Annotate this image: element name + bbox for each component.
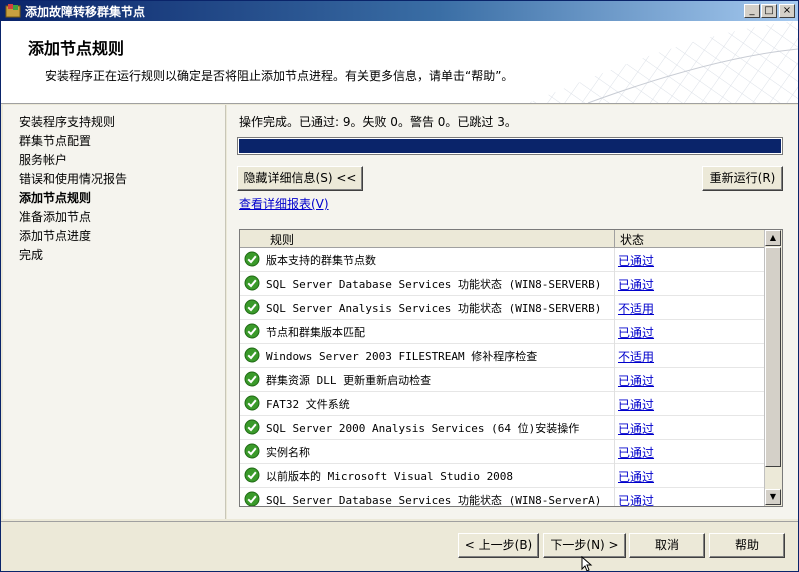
green-check-icon [244,323,260,339]
column-divider [614,248,615,272]
page-description: 安装程序正在运行规则以确定是否将阻止添加节点进程。有关更多信息，请单击“帮助”。 [45,69,514,83]
vertical-scrollbar[interactable]: ▲ ▼ [764,230,782,506]
column-divider [614,440,615,464]
scroll-down-arrow-icon[interactable]: ▼ [765,489,781,505]
green-check-icon [244,347,260,363]
progress-bar [237,137,783,155]
rule-status-link[interactable]: 已通过 [618,252,654,269]
green-check-icon [244,467,260,483]
rule-status-link[interactable]: 不适用 [618,300,654,317]
rule-status-link[interactable]: 已通过 [618,276,654,293]
table-row[interactable]: Windows Server 2003 FILESTREAM 修补程序检查 不适用 [240,344,765,368]
column-divider [614,488,615,506]
window-title: 添加故障转移群集节点 [25,5,146,19]
rule-status-link[interactable]: 已通过 [618,468,654,485]
table-row[interactable]: SQL Server 2000 Analysis Services (64 位)… [240,416,765,440]
page-heading: 添加节点规则 [28,39,125,58]
rule-name: SQL Server Database Services 功能状态 (WIN8-… [266,278,602,291]
next-button[interactable]: 下一步(N) > [543,533,626,558]
table-row[interactable]: 以前版本的 Microsoft Visual Studio 2008 已通过 [240,464,765,488]
column-divider [614,464,615,488]
rule-name: SQL Server Database Services 功能状态 (WIN8-… [266,494,602,507]
grid-header: 规则 状态 [240,230,765,248]
rule-status-link[interactable]: 已通过 [618,492,654,506]
dialog-window: 添加故障转移群集节点 _ □ × 添加节点规则 安装程序正在运行规则以确定是否将… [0,0,799,572]
rule-name: 群集资源 DLL 更新重新启动检查 [266,374,432,387]
rule-name: 版本支持的群集节点数 [266,254,376,267]
close-button[interactable]: × [779,4,795,18]
rule-status-link[interactable]: 不适用 [618,348,654,365]
rules-grid: 规则 状态 版本支持的群集节点数 已通过 SQL Server Database S… [239,229,783,507]
rule-name: SQL Server Analysis Services 功能状态 (WIN8-… [266,302,602,315]
nav-step-add-node-rules[interactable]: 添加节点规则 [19,189,91,206]
nav-step-ready-to-add-node[interactable]: 准备添加节点 [19,208,91,225]
header-panel: 添加节点规则 安装程序正在运行规则以确定是否将阻止添加节点进程。有关更多信息，请… [1,21,798,104]
green-check-icon [244,419,260,435]
nav-step-add-node-progress[interactable]: 添加节点进度 [19,227,91,244]
column-header-rule[interactable]: 规则 [270,231,294,248]
rerun-button[interactable]: 重新运行(R) [702,166,783,191]
rule-name: Windows Server 2003 FILESTREAM 修补程序检查 [266,350,538,363]
column-divider [614,272,615,296]
help-button[interactable]: 帮助 [709,533,785,558]
nav-step-error-reporting[interactable]: 错误和使用情况报告 [19,170,127,187]
table-row[interactable]: SQL Server Analysis Services 功能状态 (WIN8-… [240,296,765,320]
decorative-swoosh-graphic [528,21,798,103]
table-row[interactable]: 节点和群集版本匹配 已通过 [240,320,765,344]
table-row[interactable]: FAT32 文件系统 已通过 [240,392,765,416]
minimize-button[interactable]: _ [744,4,760,18]
rule-name: SQL Server 2000 Analysis Services (64 位)… [266,422,580,435]
nav-step-cluster-node-config[interactable]: 群集节点配置 [19,132,91,149]
nav-step-service-accounts[interactable]: 服务帐户 [19,151,67,168]
green-check-icon [244,371,260,387]
column-divider [614,344,615,368]
rule-status-link[interactable]: 已通过 [618,396,654,413]
rule-name: FAT32 文件系统 [266,398,350,411]
back-button[interactable]: < 上一步(B) [458,533,539,558]
progress-bar-fill [239,139,781,153]
hide-details-button[interactable]: 隐藏详细信息(S) << [237,166,363,191]
main-content: 操作完成。已通过: 9。失败 0。警告 0。已跳过 3。 隐藏详细信息(S) <… [227,105,798,519]
column-divider [614,416,615,440]
view-detailed-report-link[interactable]: 查看详细报表(V) [239,195,329,212]
app-setup-icon [5,4,21,18]
green-check-icon [244,251,260,267]
rule-status-link[interactable]: 已通过 [618,420,654,437]
rule-status-link[interactable]: 已通过 [618,372,654,389]
scrollbar-thumb[interactable] [765,247,781,467]
table-row[interactable]: 群集资源 DLL 更新重新启动检查 已通过 [240,368,765,392]
rule-name: 节点和群集版本匹配 [266,326,365,339]
table-row[interactable]: SQL Server Database Services 功能状态 (WIN8-… [240,272,765,296]
table-row[interactable]: 实例名称 已通过 [240,440,765,464]
green-check-icon [244,491,260,506]
scroll-up-arrow-icon[interactable]: ▲ [765,230,781,246]
column-divider [614,368,615,392]
column-divider [614,320,615,344]
step-navigation: 安装程序支持规则 群集节点配置 服务帐户 错误和使用情况报告 添加节点规则 准备… [3,105,226,519]
column-header-status[interactable]: 状态 [620,231,644,248]
green-check-icon [244,299,260,315]
mouse-pointer-icon [581,556,593,571]
rule-status-link[interactable]: 已通过 [618,444,654,461]
nav-step-setup-support-rules[interactable]: 安装程序支持规则 [19,113,115,130]
table-row[interactable]: 版本支持的群集节点数 已通过 [240,248,765,272]
column-divider [614,392,615,416]
button-bar: < 上一步(B) 下一步(N) > 取消 帮助 [1,521,798,571]
column-divider[interactable] [614,230,615,247]
green-check-icon [244,275,260,291]
green-check-icon [244,395,260,411]
rule-name: 实例名称 [266,446,310,459]
operation-status-text: 操作完成。已通过: 9。失败 0。警告 0。已跳过 3。 [239,115,517,129]
cancel-button[interactable]: 取消 [629,533,705,558]
rule-status-link[interactable]: 已通过 [618,324,654,341]
column-divider [614,296,615,320]
title-bar[interactable]: 添加故障转移群集节点 _ □ × [1,1,798,21]
maximize-button[interactable]: □ [761,4,777,18]
green-check-icon [244,443,260,459]
table-row[interactable]: SQL Server Database Services 功能状态 (WIN8-… [240,488,765,507]
rule-name: 以前版本的 Microsoft Visual Studio 2008 [266,470,514,483]
nav-step-complete[interactable]: 完成 [19,246,43,263]
